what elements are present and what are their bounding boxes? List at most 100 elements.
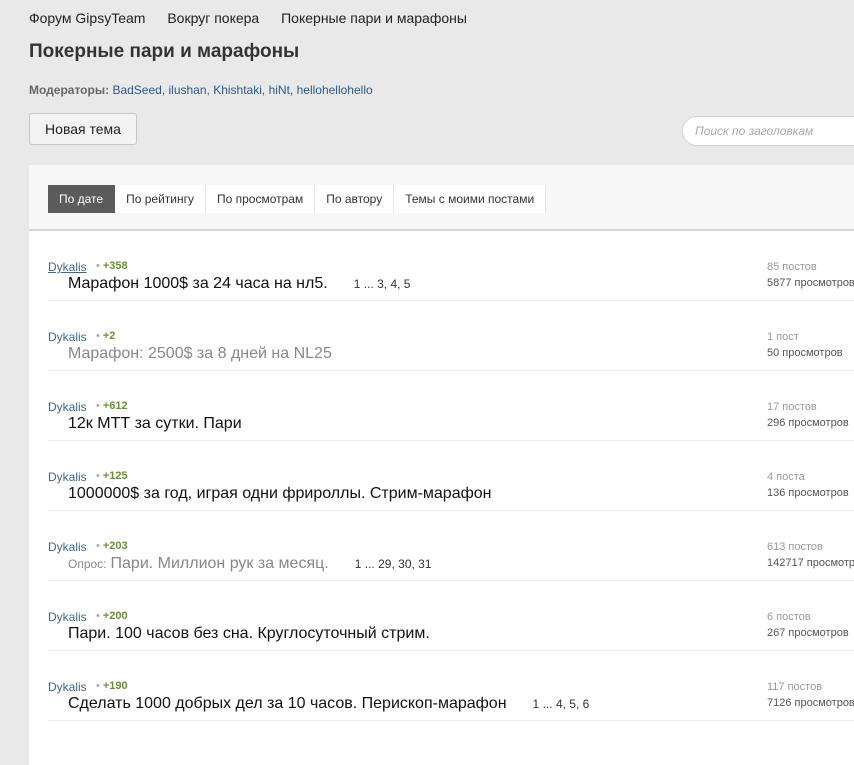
moderators-label: Модераторы: xyxy=(29,83,110,97)
topic-rating-value: +203 xyxy=(102,540,128,552)
topic-title-link[interactable]: Пари. 100 часов без сна. Круглосуточный … xyxy=(68,625,430,642)
topic-title-line: 12к МТТ за сутки. Пари xyxy=(68,415,242,433)
topic-title-link[interactable]: Пари. Миллион рук за месяц. xyxy=(111,555,329,572)
bullet-icon: • xyxy=(96,400,100,412)
pagination-page-link[interactable]: 3, xyxy=(377,277,387,291)
topic-author-link[interactable]: Dykalis xyxy=(48,330,87,344)
moderator-link[interactable]: Khishtaki xyxy=(213,83,262,97)
bullet-icon: • xyxy=(96,610,100,622)
topics-panel: По дате По рейтингу По просмотрам По автору… xyxy=(29,165,854,765)
pagination-page-link[interactable]: 31 xyxy=(418,557,431,571)
pagination-page-link[interactable]: 1 xyxy=(354,277,361,291)
topic-view-count: 7126 просмотров xyxy=(767,697,854,709)
topic-title-link[interactable]: Марафон: 2500$ за 8 дней на NL25 xyxy=(68,345,332,362)
sort-tab[interactable]: По просмотрам xyxy=(205,185,316,213)
topic-stats: 1 пост 50 просмотров xyxy=(767,329,843,361)
breadcrumb-item-around-poker[interactable]: Вокруг покера xyxy=(167,10,259,26)
moderator-link[interactable]: BadSeed xyxy=(112,83,161,97)
topic-row: Dykalis • +200 Пари. 100 часов без сна. Кру… xyxy=(48,581,854,651)
breadcrumb-item-forum[interactable]: Форум GipsyTeam xyxy=(29,10,145,26)
topic-title-link[interactable]: 12к МТТ за сутки. Пари xyxy=(68,415,242,432)
new-topic-button[interactable]: Новая тема xyxy=(29,113,137,145)
topic-title-line: 1000000$ за год, играя одни фрироллы. Ст… xyxy=(68,485,492,503)
bullet-icon: • xyxy=(96,330,100,342)
topic-post-count: 117 постов xyxy=(767,681,823,693)
pagination-page-link[interactable]: 4, xyxy=(390,277,400,291)
topic-pagination: 1 ... 3, 4, 5 xyxy=(354,277,411,291)
topic-rating-value: +2 xyxy=(102,330,116,342)
bullet-icon: • xyxy=(96,470,100,482)
pagination-page-link[interactable]: 30, xyxy=(398,557,415,571)
topic-author-link[interactable]: Dykalis xyxy=(48,540,87,554)
topic-author-link[interactable]: Dykalis xyxy=(48,470,87,484)
topic-list: Dykalis • +358 Марафон 1000$ за 24 часа на … xyxy=(29,231,854,721)
topic-row: Dykalis • +190 Сделать 1000 добрых дел за 1… xyxy=(48,651,854,721)
topic-author-link[interactable]: Dykalis xyxy=(48,680,87,694)
topic-rating-value: +190 xyxy=(102,680,128,692)
breadcrumb: Форум GipsyTeam Вокруг покера Покерные п… xyxy=(29,10,485,26)
topic-title-line: Марафон 1000$ за 24 часа на нл5. 1 ... 3,… xyxy=(68,275,410,293)
topic-rating: • +358 xyxy=(96,260,128,272)
pagination-page-link[interactable]: 1 xyxy=(533,697,540,711)
topic-row: Dykalis • +203 Опрос: Пари. Миллион рук за м… xyxy=(48,511,854,581)
topic-author-link[interactable]: Dykalis xyxy=(48,260,87,274)
topic-view-count: 136 просмотров xyxy=(767,487,849,499)
topic-author-link[interactable]: Dykalis xyxy=(48,400,87,414)
sort-tab[interactable]: Темы с моими постами xyxy=(394,185,547,213)
search-input[interactable] xyxy=(682,116,854,146)
pagination-page-link[interactable]: 6 xyxy=(583,697,590,711)
topic-author-link[interactable]: Dykalis xyxy=(48,610,87,624)
topic-title-line: Марафон: 2500$ за 8 дней на NL25 xyxy=(68,345,332,363)
topic-title-link[interactable]: Марафон 1000$ за 24 часа на нл5. xyxy=(68,275,328,292)
topic-post-count: 613 постов xyxy=(767,541,823,553)
topic-post-count: 17 постов xyxy=(767,401,817,413)
topic-title-link[interactable]: Сделать 1000 добрых дел за 10 часов. Пер… xyxy=(68,695,507,712)
bullet-icon: • xyxy=(96,680,100,692)
sort-tab[interactable]: По дате xyxy=(48,185,116,213)
topic-title-link[interactable]: 1000000$ за год, играя одни фрироллы. Ст… xyxy=(68,485,492,502)
pagination-page-link[interactable]: 5, xyxy=(569,697,579,711)
sort-tabs: По дате По рейтингу По просмотрам По автору… xyxy=(48,185,547,213)
topic-view-count: 142717 просмотров xyxy=(767,557,854,569)
moderator-link[interactable]: hellohellohello xyxy=(297,83,373,97)
topic-rating-value: +125 xyxy=(102,470,128,482)
topic-rating-value: +358 xyxy=(102,260,128,272)
breadcrumb-item-current[interactable]: Покерные пари и марафоны xyxy=(281,10,467,26)
topic-rating: • +2 xyxy=(96,330,115,342)
topic-title-line: Сделать 1000 добрых дел за 10 часов. Пер… xyxy=(68,695,589,713)
topic-rating: • +612 xyxy=(96,400,128,412)
page-title: Покерные пари и марафоны xyxy=(29,41,300,62)
topic-stats: 6 постов 267 просмотров xyxy=(767,609,849,641)
moderator-link[interactable]: hiNt xyxy=(269,83,290,97)
topic-rating: • +200 xyxy=(96,610,128,622)
topic-view-count: 267 просмотров xyxy=(767,627,849,639)
topic-stats: 85 постов 5877 просмотров xyxy=(767,259,854,291)
topic-stats: 4 поста 136 просмотров xyxy=(767,469,849,501)
topic-title-line: Пари. 100 часов без сна. Круглосуточный … xyxy=(68,625,430,643)
topic-post-count: 1 пост xyxy=(767,331,799,343)
pagination-page-link[interactable]: 29, xyxy=(378,557,395,571)
topic-row: Dykalis • +612 12к МТТ за сутки. Пари 17 пос… xyxy=(48,371,854,441)
topic-row: Dykalis • +125 1000000$ за год, играя одни … xyxy=(48,441,854,511)
pagination-ellipsis: ... xyxy=(363,277,374,291)
pagination-page-link[interactable]: 4, xyxy=(556,697,566,711)
sort-tab[interactable]: По автору xyxy=(315,185,395,213)
topic-view-count: 296 просмотров xyxy=(767,417,849,429)
topic-rating: • +190 xyxy=(96,680,128,692)
topic-rating: • +125 xyxy=(96,470,128,482)
poll-label: Опрос: xyxy=(68,557,107,571)
moderator-link[interactable]: ilushan xyxy=(169,83,207,97)
bullet-icon: • xyxy=(96,540,100,552)
pagination-ellipsis: ... xyxy=(542,697,553,711)
topic-rating: • +203 xyxy=(96,540,128,552)
pagination-page-link[interactable]: 5 xyxy=(404,277,411,291)
topic-stats: 613 постов 142717 просмотров xyxy=(767,539,854,571)
pagination-page-link[interactable]: 1 xyxy=(355,557,362,571)
topic-pagination: 1 ... 4, 5, 6 xyxy=(533,697,590,711)
sort-tabs-bar: По дате По рейтингу По просмотрам По автору… xyxy=(29,165,854,231)
sort-tab[interactable]: По рейтингу xyxy=(115,185,206,213)
topic-post-count: 4 поста xyxy=(767,471,805,483)
topic-rating-value: +612 xyxy=(102,400,128,412)
topic-stats: 117 постов 7126 просмотров xyxy=(767,679,854,711)
topic-post-count: 85 постов xyxy=(767,261,817,273)
